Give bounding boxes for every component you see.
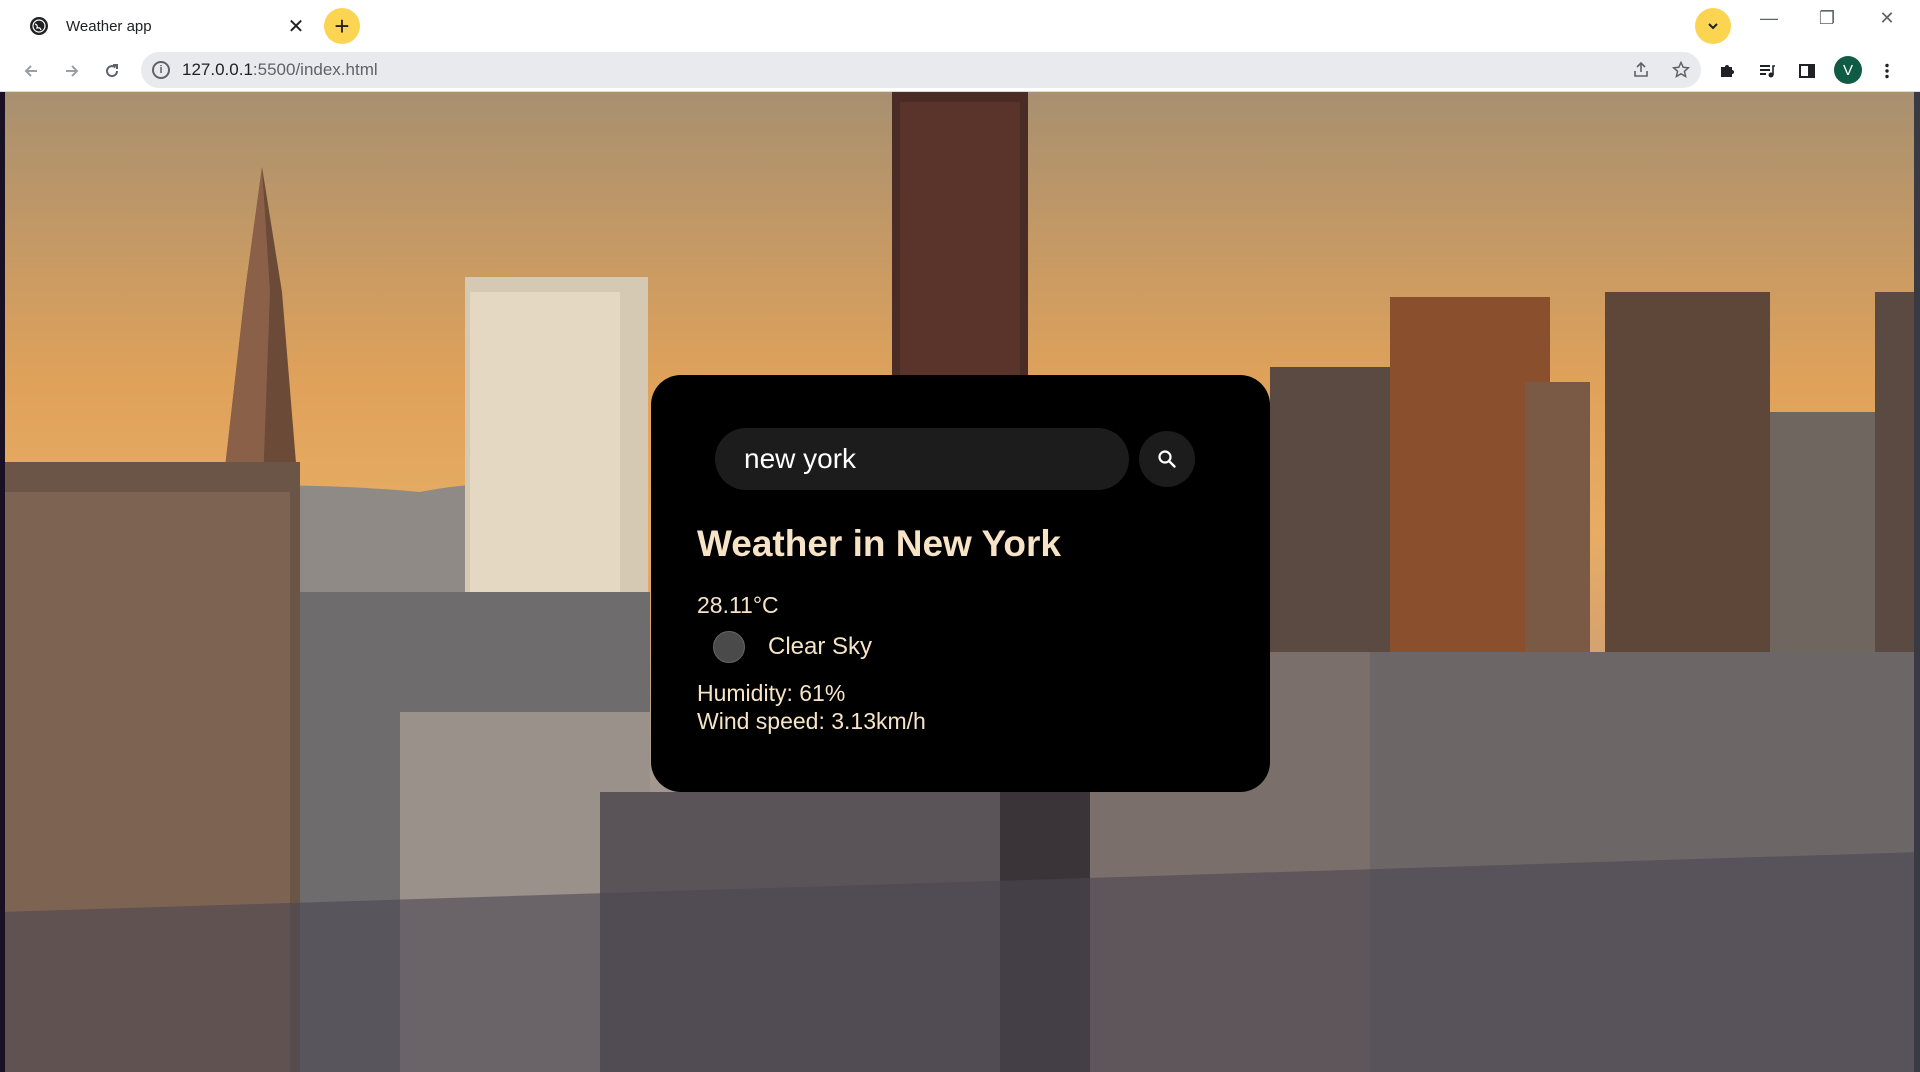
share-icon[interactable] xyxy=(1621,61,1661,79)
media-control-button[interactable] xyxy=(1750,54,1784,88)
weather-description-row: Clear Sky xyxy=(713,631,872,663)
page-left-edge xyxy=(0,92,5,1072)
wind-speed-value: Wind speed: 3.13km/h xyxy=(697,708,926,734)
humidity-value: Humidity: 61% xyxy=(697,680,846,706)
browser-tab[interactable]: Weather app ✕ xyxy=(14,4,314,48)
search-icon xyxy=(1158,450,1176,468)
city-heading: Weather in New York xyxy=(697,523,1061,564)
temperature-value: 28.11°C xyxy=(697,592,779,618)
extensions-button[interactable] xyxy=(1710,54,1744,88)
puzzle-icon xyxy=(1721,65,1734,77)
address-url: 127.0.0.1:5500/index.html xyxy=(182,60,378,79)
tab-search-button[interactable] xyxy=(1695,8,1731,44)
tab-title: Weather app xyxy=(66,17,152,35)
arrow-right-icon xyxy=(66,65,79,77)
restore-button[interactable]: ❐ xyxy=(1800,0,1854,36)
side-panel-icon xyxy=(1799,64,1815,78)
globe-icon xyxy=(30,17,48,35)
site-info-icon[interactable]: i xyxy=(152,61,170,79)
reload-button[interactable] xyxy=(95,54,129,88)
back-button[interactable] xyxy=(14,54,48,88)
city-search-input[interactable] xyxy=(715,428,1129,490)
page-viewport: Weather in New York 28.11°C Clear Sky Hu… xyxy=(0,92,1920,1072)
tab-close-icon[interactable]: ✕ xyxy=(282,14,310,39)
more-vert-icon xyxy=(1885,63,1889,79)
browser-tab-strip: Weather app ✕ + — ❐ ✕ xyxy=(0,0,1920,50)
playlist-icon xyxy=(1760,65,1775,78)
weather-card: Weather in New York 28.11°C Clear Sky Hu… xyxy=(651,375,1270,792)
arrow-left-icon xyxy=(24,65,37,77)
browser-menu-button[interactable] xyxy=(1870,54,1904,88)
weather-condition-icon xyxy=(713,631,745,663)
bookmark-star-icon[interactable] xyxy=(1661,61,1701,79)
side-panel-button[interactable] xyxy=(1790,54,1824,88)
weather-description: Clear Sky xyxy=(768,633,873,660)
page-scrollbar[interactable] xyxy=(1914,92,1920,1072)
forward-button[interactable] xyxy=(55,54,89,88)
address-bar[interactable]: i 127.0.0.1:5500/index.html xyxy=(141,52,1701,88)
search-row xyxy=(715,428,1195,490)
reload-icon xyxy=(106,64,119,78)
browser-toolbar: i 127.0.0.1:5500/index.html V xyxy=(0,50,1920,92)
minimize-button[interactable]: — xyxy=(1742,0,1796,36)
new-tab-button[interactable]: + xyxy=(324,8,360,44)
window-close-button[interactable]: ✕ xyxy=(1860,0,1914,36)
search-button[interactable] xyxy=(1139,431,1195,487)
chevron-down-icon xyxy=(1708,23,1718,30)
profile-avatar[interactable]: V xyxy=(1834,56,1862,84)
